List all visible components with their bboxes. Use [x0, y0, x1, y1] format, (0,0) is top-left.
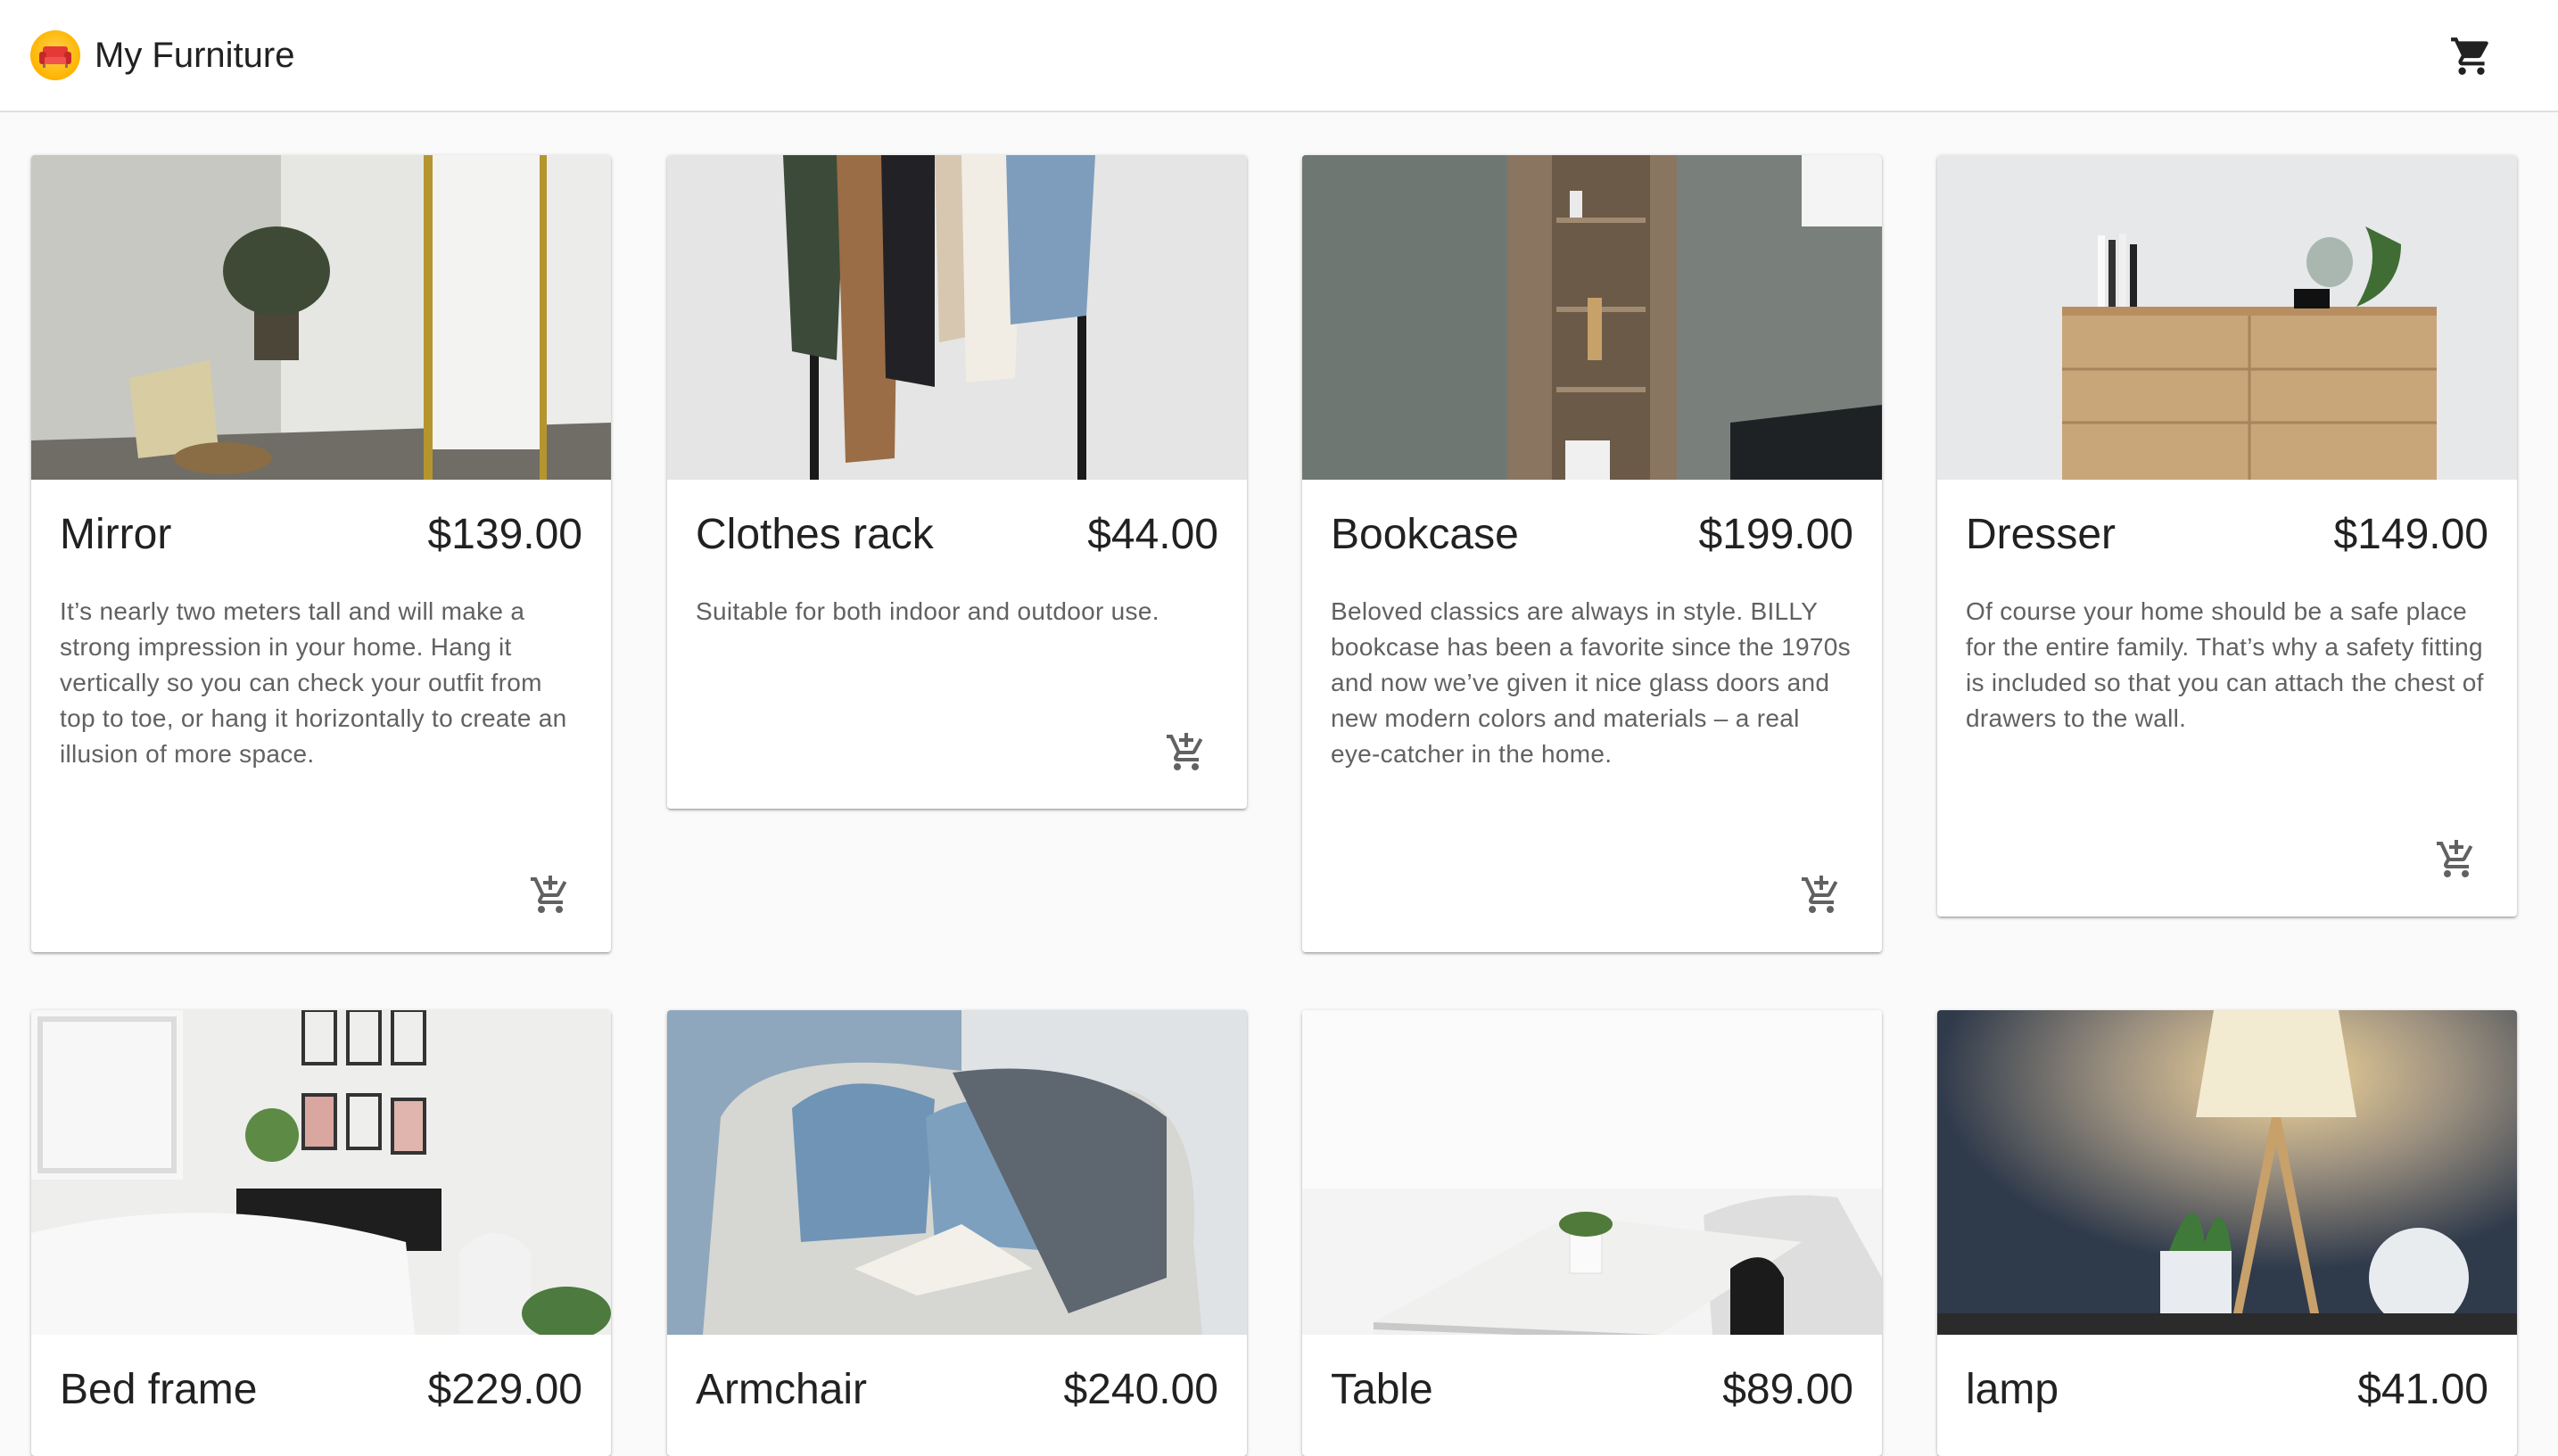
product-price: $229.00 [427, 1366, 582, 1413]
bookcase-photo [1302, 155, 1882, 480]
product-card-clothes-rack[interactable]: Clothes rack $44.00 Suitable for both in… [667, 155, 1247, 809]
product-price: $149.00 [2333, 511, 2488, 558]
product-name: Bookcase [1331, 511, 1519, 558]
app-bar: My Furniture [0, 0, 2558, 112]
bed-frame-photo [31, 1010, 611, 1335]
add-shopping-cart-icon[interactable] [2435, 838, 2478, 881]
product-card-bed-frame[interactable]: Bed frame $229.00 [31, 1010, 611, 1456]
product-price: $199.00 [1698, 511, 1853, 558]
card-header: Armchair $240.00 [667, 1335, 1247, 1449]
product-name: Clothes rack [696, 511, 934, 558]
product-price: $89.00 [1722, 1366, 1853, 1413]
card-header: Bed frame $229.00 [31, 1335, 611, 1449]
product-price: $240.00 [1063, 1366, 1218, 1413]
product-name: Dresser [1966, 511, 2117, 558]
dresser-photo [1937, 155, 2517, 480]
product-card-bookcase[interactable]: Bookcase $199.00 Beloved classics are al… [1302, 155, 1882, 952]
product-price: $44.00 [1087, 511, 1218, 558]
shopping-cart-icon[interactable] [2449, 34, 2494, 78]
product-name: Table [1331, 1366, 1433, 1413]
clothes-rack-photo [667, 155, 1247, 480]
product-price: $139.00 [427, 511, 582, 558]
card-header: Dresser $149.00 [1937, 480, 2517, 594]
product-description: Beloved classics are always in style. BI… [1331, 597, 1851, 768]
product-price: $41.00 [2357, 1366, 2488, 1413]
product-name: lamp [1966, 1366, 2059, 1413]
add-shopping-cart-icon[interactable] [1165, 731, 1208, 774]
card-header: Bookcase $199.00 [1302, 480, 1882, 594]
product-description: Suitable for both indoor and outdoor use… [696, 597, 1159, 625]
product-name: Bed frame [60, 1366, 258, 1413]
product-description: It’s nearly two meters tall and will mak… [60, 597, 567, 768]
product-name: Mirror [60, 511, 172, 558]
lamp-photo [1937, 1010, 2517, 1335]
add-shopping-cart-icon[interactable] [529, 874, 572, 917]
sofa-icon[interactable] [30, 30, 80, 80]
product-card-lamp[interactable]: lamp $41.00 [1937, 1010, 2517, 1456]
product-card-dresser[interactable]: Dresser $149.00 Of course your home shou… [1937, 155, 2517, 917]
app-title: My Furniture [95, 36, 295, 75]
card-header: Clothes rack $44.00 [667, 480, 1247, 594]
product-description: Of course your home should be a safe pla… [1966, 597, 2484, 732]
table-photo [1302, 1010, 1882, 1335]
product-name: Armchair [696, 1366, 868, 1413]
product-card-mirror[interactable]: Mirror $139.00 It’s nearly two meters ta… [31, 155, 611, 952]
card-header: Table $89.00 [1302, 1335, 1882, 1449]
add-shopping-cart-icon[interactable] [1800, 874, 1843, 917]
armchair-photo [667, 1010, 1247, 1335]
product-card-armchair[interactable]: Armchair $240.00 [667, 1010, 1247, 1456]
card-header: lamp $41.00 [1937, 1335, 2517, 1449]
card-header: Mirror $139.00 [31, 480, 611, 594]
mirror-photo [31, 155, 611, 480]
product-card-table[interactable]: Table $89.00 [1302, 1010, 1882, 1456]
